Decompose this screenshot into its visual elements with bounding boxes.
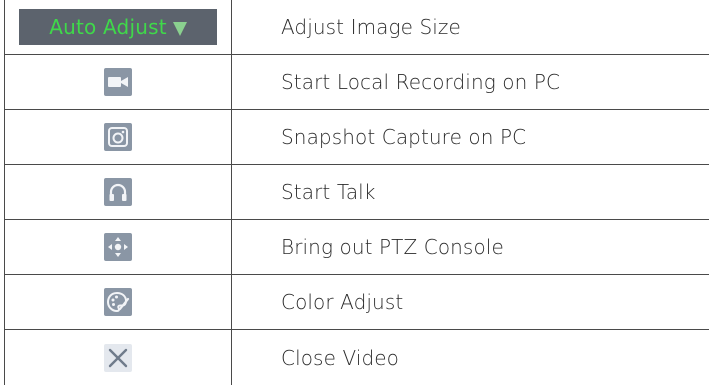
video-camera-icon[interactable] — [104, 68, 132, 96]
description-text: Start Talk — [231, 164, 709, 220]
icon-cell — [4, 109, 232, 165]
table-row: Snapshot Capture on PC — [4, 109, 709, 165]
camera-snapshot-icon[interactable] — [104, 123, 132, 151]
auto-adjust-dropdown[interactable]: Auto Adjust — [19, 9, 217, 45]
description-text: Bring out PTZ Console — [231, 219, 709, 275]
table-row: Auto Adjust Adjust Image Size — [4, 0, 709, 55]
description-text: Adjust Image Size — [231, 0, 709, 55]
toolbar-legend-table: Auto Adjust Adjust Image Size Start Loca… — [4, 0, 709, 385]
icon-cell — [4, 164, 232, 220]
description-text: Snapshot Capture on PC — [231, 109, 709, 165]
icon-cell: Auto Adjust — [4, 0, 232, 55]
headphones-icon[interactable] — [104, 178, 132, 206]
ptz-arrows-icon[interactable] — [104, 233, 132, 261]
table-row: Bring out PTZ Console — [4, 219, 709, 275]
close-icon[interactable] — [104, 343, 132, 372]
table-row: Start Local Recording on PC — [4, 54, 709, 110]
description-text: Close Video — [281, 345, 399, 370]
table-row: Close Video — [4, 329, 709, 385]
chevron-down-icon — [172, 22, 187, 36]
description-text: Color Adjust — [231, 274, 709, 330]
icon-cell — [4, 219, 232, 275]
icon-cell — [4, 329, 232, 385]
icon-cell — [4, 274, 232, 330]
auto-adjust-label: Auto Adjust — [49, 15, 167, 39]
table-row: Color Adjust — [4, 274, 709, 330]
description-text: Start Local Recording on PC — [231, 54, 709, 110]
table-row: Start Talk — [4, 164, 709, 220]
color-palette-icon[interactable] — [104, 288, 132, 316]
icon-cell — [4, 54, 232, 110]
